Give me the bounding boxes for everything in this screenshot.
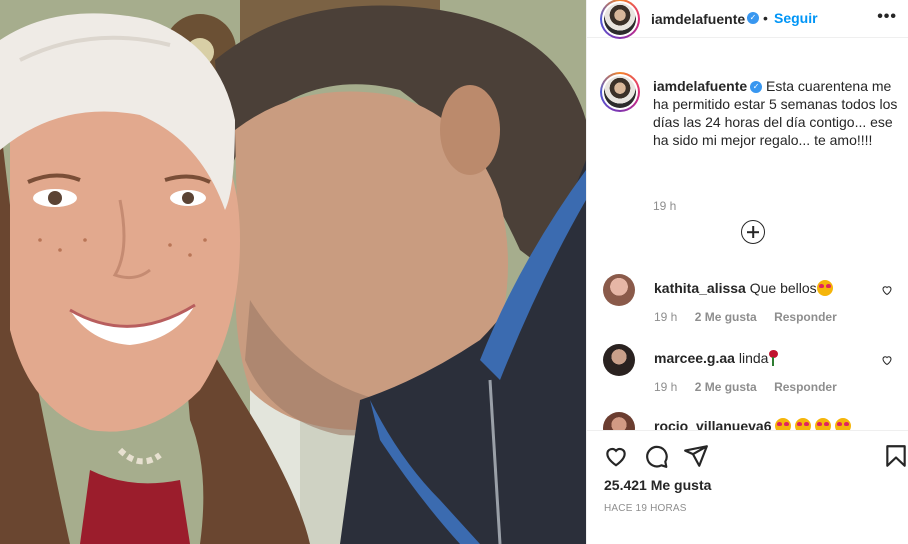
caption-text: iamdelafuente ✓ Esta cuarentena me ha per… [653, 77, 903, 149]
comment-body: linda [738, 350, 769, 366]
reply-button[interactable]: Responder [774, 380, 837, 394]
comment-item: kathita_alissa Que bellos 19 h 2 Me gust… [603, 274, 903, 334]
follow-button[interactable]: Seguir [774, 10, 818, 26]
commenter-username[interactable]: rocio_villanueva6 [654, 418, 772, 430]
post-side-panel: iamdelafuente ✓ • Seguir ••• iamdelafuen… [586, 0, 908, 544]
commenter-username[interactable]: kathita_alissa [654, 280, 746, 296]
heart-eyes-emoji-icon [775, 418, 792, 430]
comment-text: marcee.g.aa linda [654, 350, 779, 366]
header-separator: • [763, 10, 768, 26]
comment-icon[interactable] [643, 443, 669, 469]
comment-time[interactable]: 19 h [654, 310, 677, 324]
comment-item: rocio_villanueva6 [603, 412, 903, 430]
comment-like-heart-icon[interactable] [881, 284, 893, 296]
heart-eyes-emoji-icon [795, 418, 812, 430]
comment-text: kathita_alissa Que bellos [654, 280, 833, 296]
heart-icon[interactable] [603, 443, 629, 469]
comments-scroll-area[interactable]: iamdelafuente ✓ Esta cuarentena me ha per… [587, 54, 908, 430]
comment-time[interactable]: 19 h [654, 380, 677, 394]
author-username[interactable]: iamdelafuente [651, 11, 745, 27]
rose-emoji-icon [768, 350, 779, 366]
post-timestamp[interactable]: HACE 19 HORAS [604, 503, 687, 514]
more-options-icon[interactable]: ••• [877, 8, 897, 26]
commenter-avatar[interactable] [603, 412, 635, 430]
bookmark-icon[interactable] [883, 443, 908, 469]
commenter-avatar[interactable] [603, 274, 635, 306]
commenter-avatar[interactable] [603, 344, 635, 376]
verified-badge-icon: ✓ [750, 81, 763, 94]
selfie-illustration [0, 0, 586, 544]
caption-timestamp[interactable]: 19 h [653, 199, 676, 213]
caption-username[interactable]: iamdelafuente [653, 78, 747, 94]
verified-badge-icon: ✓ [747, 12, 759, 24]
reply-button[interactable]: Responder [774, 310, 837, 324]
likes-count[interactable]: 25.421 Me gusta [604, 477, 711, 493]
author-avatar[interactable] [600, 0, 640, 39]
heart-eyes-emoji-icon [815, 418, 832, 430]
comment-item: marcee.g.aa linda 19 h 2 Me gusta Respon… [603, 344, 903, 404]
commenter-username[interactable]: marcee.g.aa [654, 350, 735, 366]
comment-likes[interactable]: 2 Me gusta [695, 310, 757, 324]
post-header: iamdelafuente ✓ • Seguir ••• [587, 0, 908, 39]
post-photo[interactable] [0, 0, 586, 544]
caption-avatar[interactable] [600, 72, 640, 112]
comment-meta: 19 h 2 Me gusta Responder [654, 310, 851, 324]
heart-eyes-emoji-icon [835, 418, 852, 430]
comment-text: rocio_villanueva6 [654, 418, 852, 430]
comment-like-heart-icon[interactable] [881, 354, 893, 366]
comment-body: Que bellos [749, 280, 817, 296]
paper-plane-icon[interactable] [683, 443, 709, 469]
heart-eyes-emoji-icon [816, 280, 833, 296]
comment-meta: 19 h 2 Me gusta Responder [654, 380, 851, 394]
comment-likes[interactable]: 2 Me gusta [695, 380, 757, 394]
post-actions: 25.421 Me gusta HACE 19 HORAS [587, 430, 908, 544]
plus-circle-icon[interactable] [741, 220, 765, 244]
